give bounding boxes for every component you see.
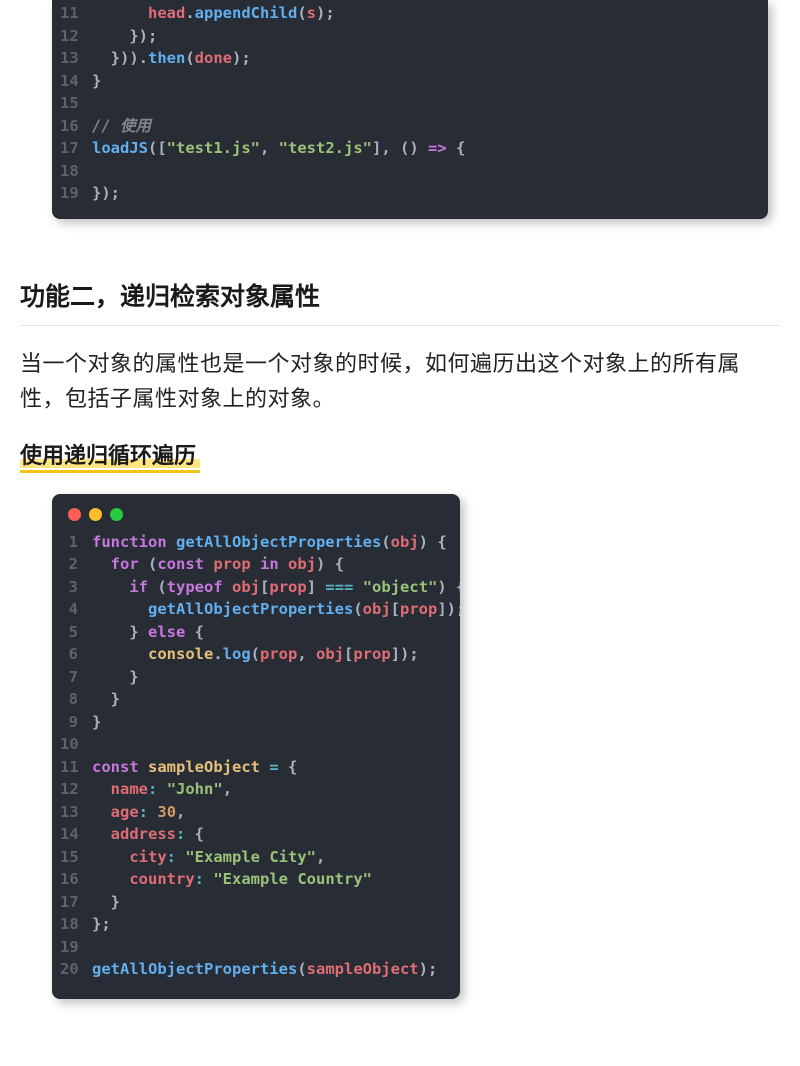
code-line: 18 xyxy=(60,160,752,183)
line-number: 12 xyxy=(60,25,92,48)
line-code: address: { xyxy=(92,823,204,846)
line-code: } xyxy=(92,688,120,711)
line-number: 18 xyxy=(60,913,92,936)
line-code: } xyxy=(92,711,101,734)
code-line: 6 console.log(prop, obj[prop]); xyxy=(60,643,444,666)
line-number: 14 xyxy=(60,70,92,93)
line-code: for (const prop in obj) { xyxy=(92,553,344,576)
line-code: })).then(done); xyxy=(92,47,251,70)
line-code: console.log(prop, obj[prop]); xyxy=(92,643,419,666)
line-number: 18 xyxy=(60,160,92,183)
code-line: 5 } else { xyxy=(60,621,444,644)
code-line: 19}); xyxy=(60,182,752,205)
line-number: 13 xyxy=(60,801,92,824)
line-number: 13 xyxy=(60,47,92,70)
code-line: 12 name: "John", xyxy=(60,778,444,801)
code-line: 2 for (const prop in obj) { xyxy=(60,553,444,576)
code-line: 17 } xyxy=(60,891,444,914)
code-line: 11const sampleObject = { xyxy=(60,756,444,779)
line-number: 17 xyxy=(60,137,92,160)
line-number: 12 xyxy=(60,778,92,801)
window-controls xyxy=(52,494,460,525)
line-number: 7 xyxy=(60,666,92,689)
line-code: name: "John", xyxy=(92,778,232,801)
line-code: age: 30, xyxy=(92,801,185,824)
code-line: 11 head.appendChild(s); xyxy=(60,2,752,25)
line-code: city: "Example City", xyxy=(92,846,325,869)
line-number: 10 xyxy=(60,733,92,756)
line-code: } xyxy=(92,891,120,914)
subheading-wrap: 使用递归循环遍历 xyxy=(20,438,780,470)
line-number: 19 xyxy=(60,182,92,205)
line-code: const sampleObject = { xyxy=(92,756,297,779)
line-code: } else { xyxy=(92,621,204,644)
code-line: 18}; xyxy=(60,913,444,936)
line-number: 14 xyxy=(60,823,92,846)
line-code: // 使用 xyxy=(92,115,151,138)
code-line: 15 city: "Example City", xyxy=(60,846,444,869)
code-line: 13 })).then(done); xyxy=(60,47,752,70)
code-line: 16 country: "Example Country" xyxy=(60,868,444,891)
line-number: 20 xyxy=(60,958,92,981)
line-code: getAllObjectProperties(obj[prop]); xyxy=(92,598,460,621)
line-number: 15 xyxy=(60,846,92,869)
subheading-highlight: 使用递归循环遍历 xyxy=(20,443,200,473)
line-number: 2 xyxy=(60,553,92,576)
line-code: head.appendChild(s); xyxy=(92,2,335,25)
line-code: getAllObjectProperties(sampleObject); xyxy=(92,958,437,981)
code-line: 20getAllObjectProperties(sampleObject); xyxy=(60,958,444,981)
line-number: 19 xyxy=(60,936,92,959)
line-number: 8 xyxy=(60,688,92,711)
code-line: 19 xyxy=(60,936,444,959)
line-code: }; xyxy=(92,913,111,936)
line-number: 11 xyxy=(60,756,92,779)
line-code: }); xyxy=(92,25,157,48)
line-code: } xyxy=(92,666,139,689)
line-code xyxy=(92,160,101,183)
line-code xyxy=(92,92,101,115)
code-line: 13 age: 30, xyxy=(60,801,444,824)
code-content-2: 1function getAllObjectProperties(obj) {2… xyxy=(52,525,460,999)
code-line: 17loadJS(["test1.js", "test2.js"], () =>… xyxy=(60,137,752,160)
code-line: 4 getAllObjectProperties(obj[prop]); xyxy=(60,598,444,621)
line-number: 5 xyxy=(60,621,92,644)
line-number: 9 xyxy=(60,711,92,734)
line-number: 6 xyxy=(60,643,92,666)
line-code: if (typeof obj[prop] === "object") { xyxy=(92,576,460,599)
line-number: 4 xyxy=(60,598,92,621)
line-code: } xyxy=(92,70,101,93)
section-paragraph-2: 当一个对象的属性也是一个对象的时候，如何遍历出这个对象上的所有属性，包括子属性对… xyxy=(20,346,780,416)
line-code: }); xyxy=(92,182,120,205)
code-line: 14} xyxy=(60,70,752,93)
code-line: 15 xyxy=(60,92,752,115)
line-code: country: "Example Country" xyxy=(92,868,372,891)
code-line: 7 } xyxy=(60,666,444,689)
code-line: 9} xyxy=(60,711,444,734)
line-number: 11 xyxy=(60,2,92,25)
code-line: 14 address: { xyxy=(60,823,444,846)
close-icon xyxy=(68,508,81,521)
section-heading-2: 功能二，递归检索对象属性 xyxy=(20,277,780,326)
line-number: 16 xyxy=(60,115,92,138)
line-code xyxy=(92,936,101,959)
line-number: 1 xyxy=(60,531,92,554)
line-number: 17 xyxy=(60,891,92,914)
code-block-2: 1function getAllObjectProperties(obj) {2… xyxy=(52,494,460,999)
code-block-1: 11 head.appendChild(s);12 });13 })).then… xyxy=(52,0,768,219)
line-code: loadJS(["test1.js", "test2.js"], () => { xyxy=(92,137,465,160)
maximize-icon xyxy=(110,508,123,521)
code-line: 12 }); xyxy=(60,25,752,48)
code-line: 8 } xyxy=(60,688,444,711)
line-number: 16 xyxy=(60,868,92,891)
code-line: 16// 使用 xyxy=(60,115,752,138)
line-number: 3 xyxy=(60,576,92,599)
line-code xyxy=(92,733,101,756)
minimize-icon xyxy=(89,508,102,521)
code-line: 1function getAllObjectProperties(obj) { xyxy=(60,531,444,554)
code-content-1: 11 head.appendChild(s);12 });13 })).then… xyxy=(52,0,768,219)
code-line: 10 xyxy=(60,733,444,756)
code-line: 3 if (typeof obj[prop] === "object") { xyxy=(60,576,444,599)
line-number: 15 xyxy=(60,92,92,115)
line-code: function getAllObjectProperties(obj) { xyxy=(92,531,447,554)
